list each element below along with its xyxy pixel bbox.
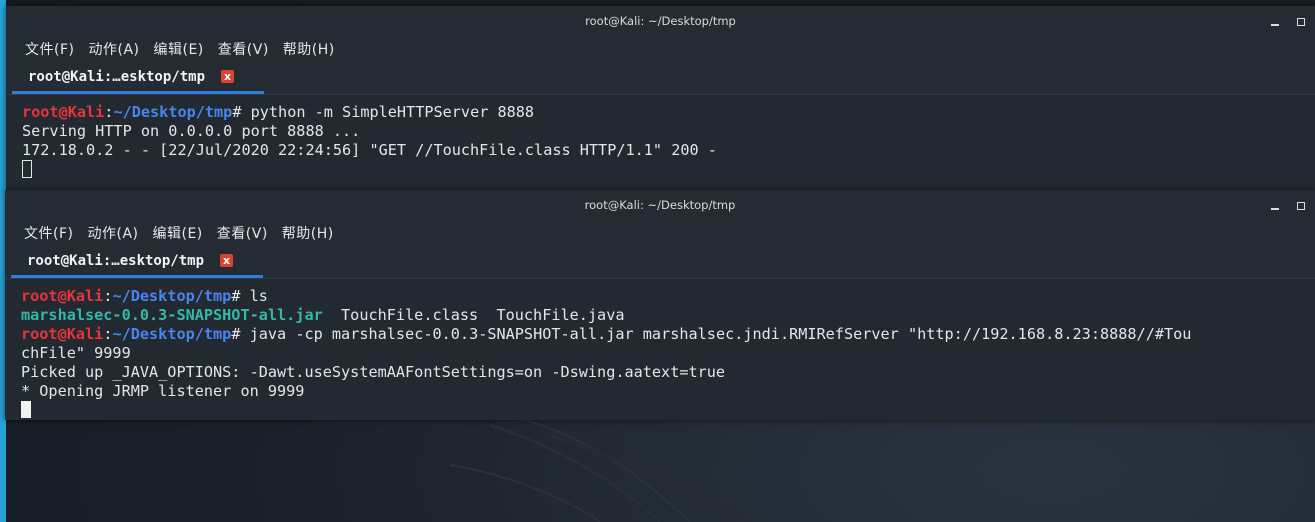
prompt-user: root@Kali: [21, 287, 104, 305]
menu-help[interactable]: 帮助(H): [276, 39, 342, 59]
text-cursor: [22, 160, 32, 178]
minimize-icon: [1271, 24, 1279, 26]
maximize-icon: [1297, 202, 1305, 210]
maximize-button[interactable]: [1297, 198, 1305, 213]
prompt-user: root@Kali: [21, 325, 104, 343]
output-line: Serving HTTP on 0.0.0.0 port 8888 ...: [22, 122, 361, 140]
prompt-path: ~/Desktop/tmp: [113, 103, 233, 121]
window-title: root@Kali: ~/Desktop/tmp: [584, 198, 736, 212]
menu-action[interactable]: 动作(A): [80, 223, 145, 243]
command-line: # python -m SimpleHTTPServer 8888: [232, 103, 535, 121]
menu-bar: 文件(F) 动作(A) 编辑(E) 查看(V) 帮助(H): [5, 220, 1315, 246]
title-bar[interactable]: root@Kali: ~/Desktop/tmp: [6, 6, 1315, 36]
text-cursor: [21, 401, 31, 418]
prompt-path: ~/Desktop/tmp: [112, 325, 232, 343]
command-line: # java -cp marshalsec-0.0.3-SNAPSHOT-all…: [231, 325, 1192, 343]
maximize-icon: [1297, 18, 1305, 26]
minimize-icon: [1271, 208, 1279, 210]
menu-bar: 文件(F) 动作(A) 编辑(E) 查看(V) 帮助(H): [6, 36, 1315, 62]
menu-action[interactable]: 动作(A): [81, 39, 146, 59]
tab-close-icon[interactable]: x: [221, 70, 235, 83]
output-line: 172.18.0.2 - - [22/Jul/2020 22:24:56] "G…: [22, 141, 717, 159]
minimize-button[interactable]: [1271, 14, 1279, 29]
terminal-window-top: root@Kali: ~/Desktop/tmp 文件(F) 动作(A) 编辑(…: [6, 6, 1315, 190]
tab-label: root@Kali:…esktop/tmp: [27, 252, 205, 269]
terminal-output[interactable]: root@Kali:~/Desktop/tmp# python -m Simpl…: [6, 95, 1315, 180]
tab-label: root@Kali:…esktop/tmp: [28, 68, 206, 85]
terminal-output[interactable]: root@Kali:~/Desktop/tmp# ls marshalsec-0…: [5, 279, 1315, 420]
menu-view[interactable]: 查看(V): [210, 223, 275, 243]
menu-view[interactable]: 查看(V): [211, 39, 276, 59]
tab-bar: root@Kali:…esktop/tmp x: [5, 246, 1315, 279]
ls-files: TouchFile.class TouchFile.java: [322, 306, 625, 324]
menu-edit[interactable]: 编辑(E): [147, 39, 211, 59]
prompt-path: ~/Desktop/tmp: [112, 287, 232, 305]
menu-help[interactable]: 帮助(H): [275, 223, 341, 243]
command-line: # ls: [231, 287, 268, 305]
maximize-button[interactable]: [1297, 14, 1305, 29]
menu-edit[interactable]: 编辑(E): [146, 223, 210, 243]
prompt-user: root@Kali: [22, 103, 105, 121]
title-bar[interactable]: root@Kali: ~/Desktop/tmp: [5, 190, 1315, 220]
minimize-button[interactable]: [1271, 198, 1279, 213]
kali-dragon-wallpaper-icon: [449, 414, 751, 522]
tab-close-icon[interactable]: x: [220, 254, 234, 267]
tab-bar: root@Kali:…esktop/tmp x: [6, 62, 1315, 95]
window-title: root@Kali: ~/Desktop/tmp: [585, 14, 736, 28]
ls-jar-file: marshalsec-0.0.3-SNAPSHOT-all.jar: [21, 306, 323, 324]
terminal-tab[interactable]: root@Kali:…esktop/tmp x: [12, 62, 264, 94]
menu-file[interactable]: 文件(F): [18, 39, 81, 59]
terminal-window-bottom: root@Kali: ~/Desktop/tmp 文件(F) 动作(A) 编辑(…: [5, 190, 1315, 420]
output-line: * Opening JRMP listener on 9999: [21, 382, 305, 400]
command-line-wrap: chFile" 9999: [21, 344, 131, 362]
menu-file[interactable]: 文件(F): [17, 223, 80, 243]
terminal-tab[interactable]: root@Kali:…esktop/tmp x: [11, 246, 263, 278]
output-line: Picked up _JAVA_OPTIONS: -Dawt.useSystem…: [21, 363, 726, 381]
